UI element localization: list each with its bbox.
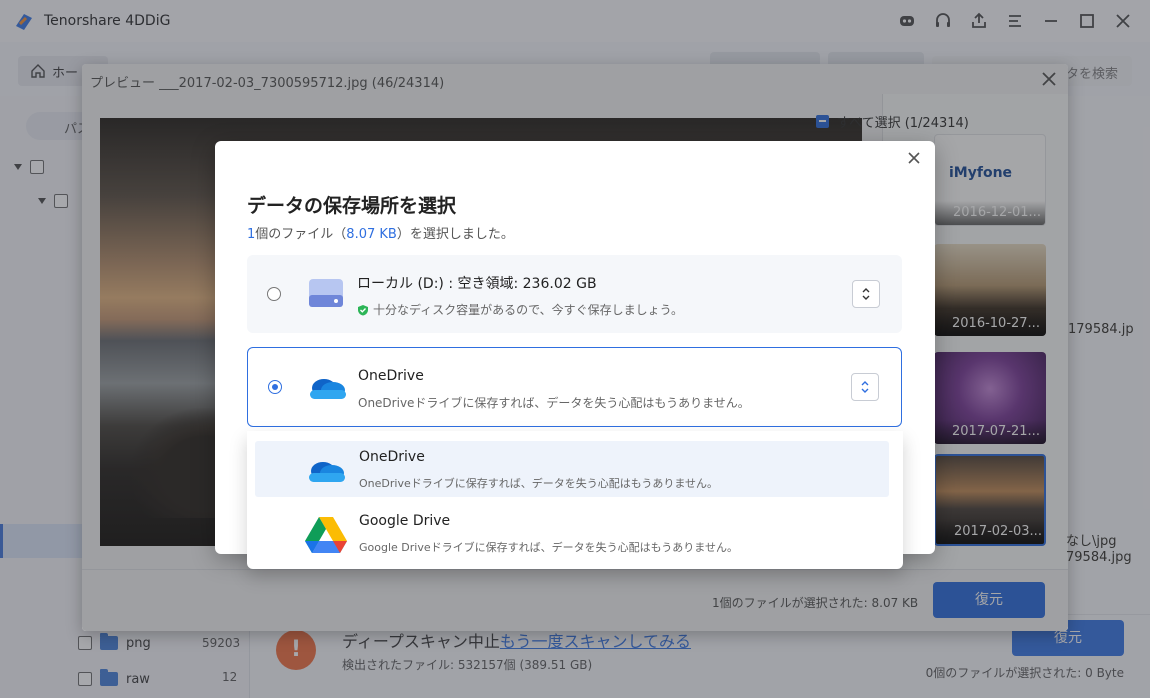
- expand-toggle[interactable]: [851, 373, 879, 401]
- cloud-dropdown-menu: OneDrive OneDriveドライブに保存すれば、データを失う心配はもうあ…: [247, 431, 903, 569]
- shield-check-icon: [358, 304, 368, 315]
- option-description: OneDriveドライブに保存すれば、データを失う心配はもうありません。: [358, 396, 750, 410]
- dialog-title: データの保存場所を選択: [247, 195, 457, 217]
- dropdown-item-desc: OneDriveドライブに保存すれば、データを失う心配はもうありません。: [359, 477, 719, 490]
- file-name-line: 79584.jpg: [1066, 550, 1132, 565]
- dropdown-item-title: Google Drive: [359, 513, 451, 529]
- dropdown-item-desc: Google Driveドライブに保存すれば、データを失う心配はもうありません。: [359, 541, 738, 554]
- hard-drive-icon: [309, 279, 343, 307]
- google-drive-icon: [305, 517, 347, 553]
- subtitle-text: ）を選択しました。: [396, 227, 514, 242]
- onedrive-icon: [309, 462, 345, 482]
- subtitle-text: 個のファイル（: [255, 227, 347, 242]
- option-description: 十分なディスク容量があるので、今すぐ保存しましょう。: [357, 301, 683, 318]
- option-cloud-drive[interactable]: OneDrive OneDriveドライブに保存すれば、データを失う心配はもうあ…: [247, 347, 902, 427]
- close-icon[interactable]: [905, 149, 923, 167]
- chevron-updown-icon: [861, 381, 869, 393]
- chevron-updown-icon: [862, 288, 870, 300]
- dialog-subtitle: 1個のファイル（8.07 KB）を選択しました。: [247, 223, 514, 242]
- option-local-drive[interactable]: ローカル (D:) : 空き領域: 236.02 GB 十分なディスク容量がある…: [247, 255, 902, 333]
- option-title: OneDrive: [358, 368, 424, 384]
- file-name: なし\jpg 79584.jpg: [1066, 534, 1132, 566]
- file-name: 179584.jp: [1068, 322, 1134, 337]
- radio-local[interactable]: [267, 287, 281, 301]
- file-size: 8.07 KB: [346, 227, 397, 242]
- option-description-text: 十分なディスク容量があるので、今すぐ保存しましょう。: [373, 303, 683, 317]
- onedrive-icon: [310, 379, 346, 399]
- expand-toggle[interactable]: [852, 280, 880, 308]
- dropdown-item-onedrive[interactable]: OneDrive OneDriveドライブに保存すれば、データを失う心配はもうあ…: [255, 441, 889, 497]
- radio-onedrive[interactable]: [268, 380, 282, 394]
- file-name-line: なし\jpg: [1066, 534, 1117, 549]
- option-title: ローカル (D:) : 空き領域: 236.02 GB: [357, 276, 597, 292]
- dropdown-item-google-drive[interactable]: Google Drive Google Driveドライブに保存すれば、データを…: [255, 505, 889, 561]
- dropdown-item-title: OneDrive: [359, 449, 425, 465]
